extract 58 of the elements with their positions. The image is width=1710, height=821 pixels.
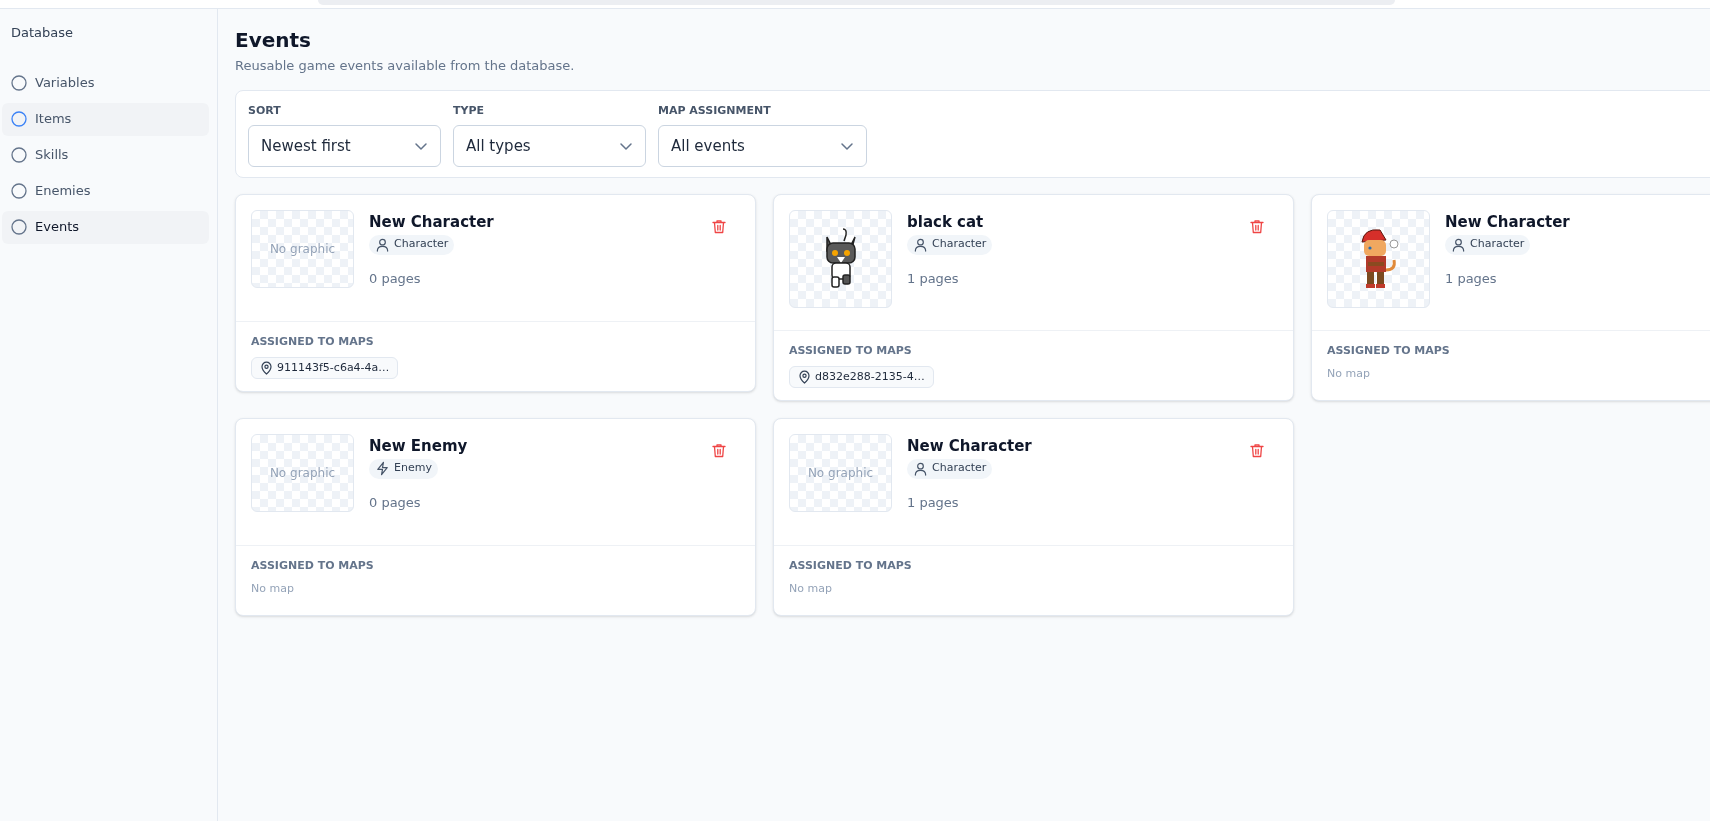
sidebar-item[interactable]: Enemies	[2, 174, 209, 208]
sidebar-title: Database	[10, 24, 75, 42]
lightning-icon	[375, 461, 390, 476]
map-pin-icon	[798, 370, 811, 384]
map-chip[interactable]: d832e288-2135-4…	[789, 366, 934, 388]
section-label: ASSIGNED TO MAPS	[789, 557, 913, 574]
select-dropdown[interactable]: All types	[453, 125, 646, 167]
type-badge: Character	[907, 458, 993, 479]
type-badge: Character	[1445, 234, 1531, 255]
empty-map-text: No map	[789, 581, 833, 597]
filter-label: SORT	[248, 102, 282, 119]
page-count: 0 pages	[369, 269, 421, 288]
person-icon	[1451, 237, 1466, 252]
placeholder-text: No graphic	[269, 240, 336, 258]
empty-map-text: No map	[251, 581, 295, 597]
placeholder-text: No graphic	[807, 464, 874, 482]
page-subtitle: Reusable game events available from the database.	[235, 57, 576, 75]
sidebar-item[interactable]: Items	[2, 102, 209, 136]
select-dropdown[interactable]: Newest first	[248, 125, 441, 167]
circle-icon	[11, 147, 27, 163]
filter-label: MAP ASSIGNMENT	[658, 102, 772, 119]
page-title: Events	[235, 27, 312, 53]
section-label: ASSIGNED TO MAPS	[251, 333, 375, 350]
circle-icon	[11, 111, 27, 127]
type-badge: Character	[369, 234, 455, 255]
filter-label: TYPE	[453, 102, 486, 119]
trash-icon	[1250, 219, 1264, 234]
section-label: ASSIGNED TO MAPS	[251, 557, 375, 574]
type-badge: Character	[907, 234, 993, 255]
page-count: 0 pages	[369, 493, 421, 512]
select-dropdown[interactable]: All events	[658, 125, 867, 167]
page-count: 1 pages	[907, 269, 959, 288]
sidebar-item[interactable]: Variables	[2, 66, 209, 100]
placeholder-text: No graphic	[269, 464, 336, 482]
circle-icon	[11, 183, 27, 199]
trash-icon	[1250, 443, 1264, 458]
event-name: New Enemy	[369, 435, 468, 457]
event-name: New Character	[1445, 211, 1570, 233]
circle-icon	[11, 75, 27, 91]
trash-icon	[712, 219, 726, 234]
event-name: black cat	[907, 211, 984, 233]
map-pin-icon	[260, 361, 273, 375]
sidebar-item[interactable]: Events	[2, 210, 209, 244]
person-icon	[913, 461, 928, 476]
trash-icon	[712, 443, 726, 458]
circle-icon	[11, 219, 27, 235]
section-label: ASSIGNED TO MAPS	[789, 342, 913, 359]
type-badge: Enemy	[369, 458, 438, 479]
page-count: 1 pages	[1445, 269, 1497, 288]
person-icon	[913, 237, 928, 252]
empty-map-text: No map	[1327, 366, 1371, 382]
map-chip[interactable]: 911143f5-c6a4-4a…	[251, 357, 399, 379]
page-count: 1 pages	[907, 493, 959, 512]
event-name: New Character	[907, 435, 1032, 457]
person-icon	[375, 237, 390, 252]
section-label: ASSIGNED TO MAPS	[1327, 342, 1451, 359]
sidebar-item[interactable]: Skills	[2, 138, 209, 172]
event-name: New Character	[369, 211, 494, 233]
